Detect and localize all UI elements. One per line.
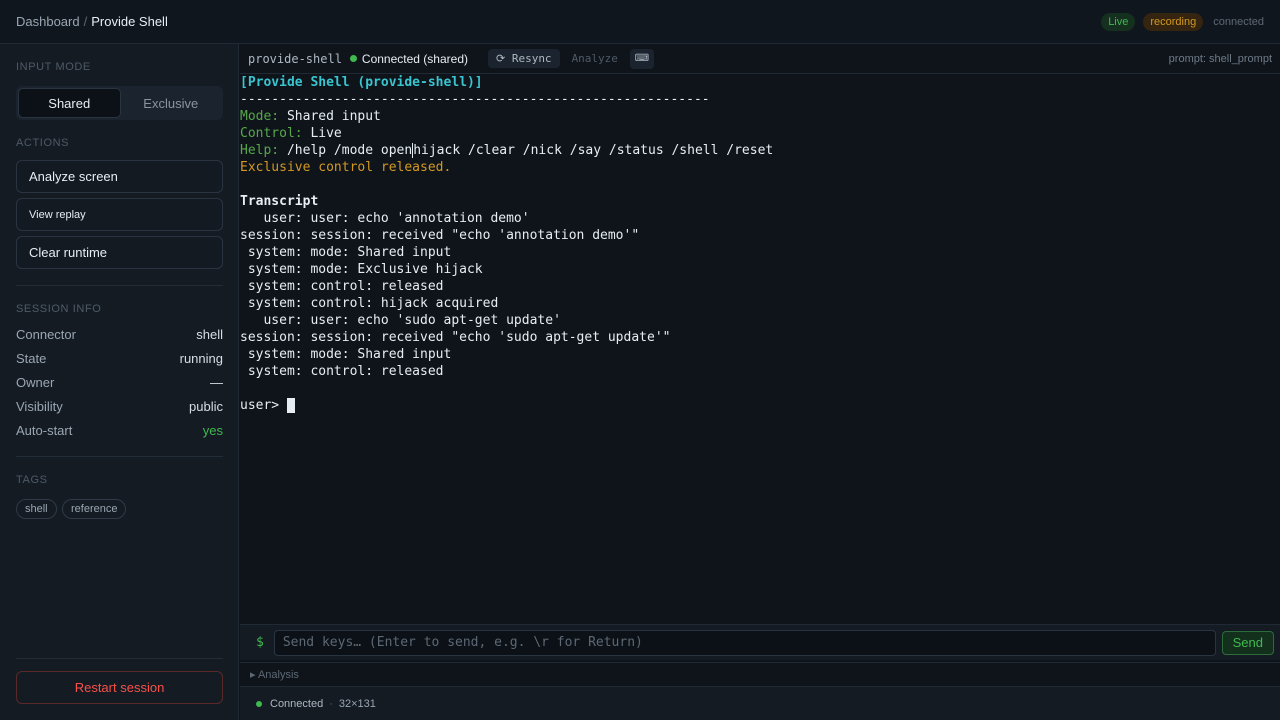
status-separator: · [329,697,333,710]
terminal-toolbar: provide-shell Connected (shared) ⟳ Resyn… [240,44,1280,74]
top-status-group: Live recording connected [1101,12,1264,31]
tag-shell[interactable]: shell [16,499,57,519]
control-value: Live [302,126,342,141]
info-value: yes [202,423,223,438]
session-name: provide-shell [248,51,342,66]
transcript-line: session: session: received "echo 'annota… [240,228,640,243]
info-row-auto-start: Auto-start yes [16,423,223,438]
analyze-button[interactable]: Analyze [572,52,618,65]
transcript-title: Transcript [240,194,319,209]
info-row-state: State running [16,351,223,366]
transcript-line: system: mode: Exclusive hijack [240,262,483,277]
help-key: Help: [240,143,280,158]
connection-label: Connected (shared) [361,51,468,66]
terminal-help-line: Help: /help /mode openhijack /clear /nic… [240,142,1280,159]
divider [16,285,223,286]
transcript-line: system: control: released [240,364,444,379]
tag-reference[interactable]: reference [62,499,127,519]
dollar-prompt-icon: $ [256,635,264,650]
keyboard-icon[interactable]: ⌨ [629,48,654,69]
control-key: Control: [240,126,303,141]
transcript-line: system: control: hijack acquired [240,296,499,311]
mode-key: Mode: [240,109,280,124]
info-value: public [189,399,223,414]
terminal-notice: Exclusive control released. [240,160,452,175]
terminal-mode-line: Mode: Shared input [240,108,1280,125]
info-key: Visibility [16,399,63,414]
analysis-toggle[interactable]: ▸ Analysis [240,662,1280,686]
transcript-line: user: user: echo 'sudo apt-get update' [240,313,561,328]
terminal-prompt-line: user> [240,397,1280,414]
help-value-b: hijack /clear /nick /say /status /shell … [413,143,774,158]
send-button[interactable]: Send [1221,630,1274,655]
session-info-label: SESSION INFO [16,303,102,315]
info-key: Auto-start [16,423,73,438]
connection-status: connected [1213,15,1264,28]
info-row-owner: Owner — [16,375,223,390]
terminal-blank [240,380,1280,397]
restart-session-button[interactable]: Restart session [16,671,223,704]
input-mode-toggle: Shared Exclusive [16,86,223,120]
tags-label: TAGS [16,474,48,486]
breadcrumb-current: Provide Shell [91,14,168,29]
transcript-line: session: session: received "echo 'sudo a… [240,330,671,345]
view-replay-button[interactable]: View replay [16,198,223,231]
terminal-size: 32×131 [338,697,376,710]
terminal-banner: [Provide Shell (provide-shell)] [240,75,483,90]
terminal-blank [240,176,1280,193]
transcript-line: system: control: released [240,279,444,294]
shell-prompt: user> [240,398,287,413]
breadcrumb-separator: / [83,14,88,29]
send-keys-bar: $ Send [240,624,1280,660]
prompt-label: prompt: shell_prompt [1168,52,1272,65]
info-value: running [179,351,223,366]
transcript-line: system: mode: Shared input [240,245,452,260]
sidebar: INPUT MODE Shared Exclusive ACTIONS Anal… [0,44,239,720]
recording-badge: recording [1143,12,1204,31]
divider [16,456,223,457]
live-badge: Live [1101,12,1136,31]
breadcrumb-dashboard[interactable]: Dashboard [16,14,80,29]
terminal-output[interactable]: [Provide Shell (provide-shell)] ---------… [240,74,1280,624]
terminal-rule: ----------------------------------------… [240,92,710,107]
mode-value: Shared input [279,109,381,124]
info-value: — [210,375,223,390]
resync-button[interactable]: ⟳ Resync [487,49,560,68]
status-dot-icon [256,700,262,707]
terminal-panel: provide-shell Connected (shared) ⟳ Resyn… [240,44,1280,720]
info-key: State [16,351,47,366]
status-connection: Connected [270,697,324,710]
clear-runtime-button[interactable]: Clear runtime [16,236,223,269]
info-key: Owner [16,375,55,390]
terminal-control-line: Control: Live [240,125,1280,142]
info-row-visibility: Visibility public [16,399,223,414]
transcript-line: system: mode: Shared input [240,347,452,362]
info-key: Connector [16,327,76,342]
status-bar: Connected · 32×131 [240,686,1280,720]
analyze-screen-button[interactable]: Analyze screen [16,160,223,193]
terminal-cursor [286,398,295,413]
input-mode-label: INPUT MODE [16,61,91,73]
mode-shared-button[interactable]: Shared [18,88,121,118]
mode-exclusive-button[interactable]: Exclusive [121,88,222,118]
connection-dot-icon [349,55,357,62]
help-value-a: /help /mode open [279,143,413,158]
info-value: shell [196,327,223,342]
divider [16,658,223,659]
info-row-connector: Connector shell [16,327,223,342]
transcript-line: user: user: echo 'annotation demo' [240,211,530,226]
actions-label: ACTIONS [16,137,70,149]
send-keys-input[interactable] [273,629,1216,656]
top-bar: Dashboard / Provide Shell Live recording… [0,0,1280,44]
